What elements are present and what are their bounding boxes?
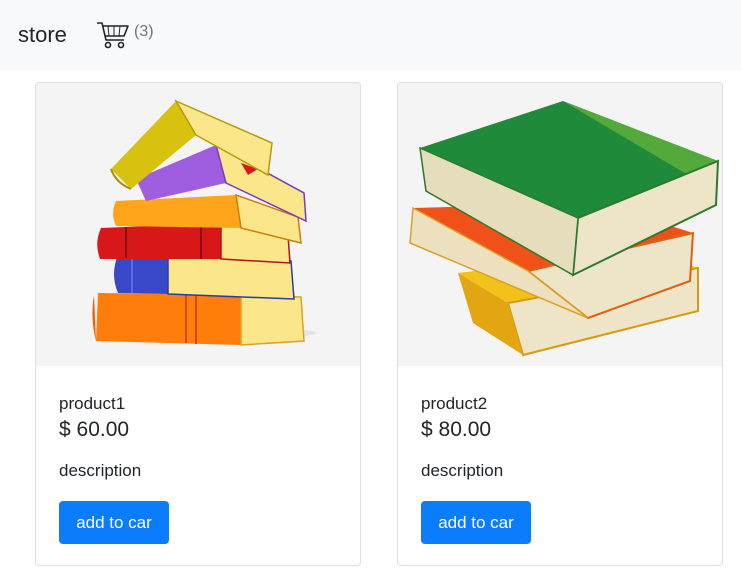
product-name-2: product2: [421, 394, 488, 413]
product-image-1: [36, 83, 360, 366]
product-description-2: description: [421, 461, 504, 480]
cart-link[interactable]: (3): [96, 20, 154, 50]
add-to-cart-button-2[interactable]: add to car: [421, 501, 531, 544]
product-image-2: [398, 83, 722, 366]
shopping-cart-icon: [96, 20, 130, 50]
product-price-1: $ 60.00: [59, 418, 130, 441]
navbar: store (3): [0, 0, 741, 70]
product-card-1: product1 $ 60.00 description add to car: [35, 82, 361, 566]
product-name-1: product1: [59, 394, 126, 413]
brand-link[interactable]: store: [18, 22, 67, 48]
product-price-2: $ 80.00: [421, 418, 492, 441]
add-to-cart-button-1[interactable]: add to car: [59, 501, 169, 544]
product-description-1: description: [59, 461, 142, 480]
product-card-2: product2 $ 80.00 description add to car: [397, 82, 723, 566]
cart-count-badge: (3): [134, 23, 154, 40]
